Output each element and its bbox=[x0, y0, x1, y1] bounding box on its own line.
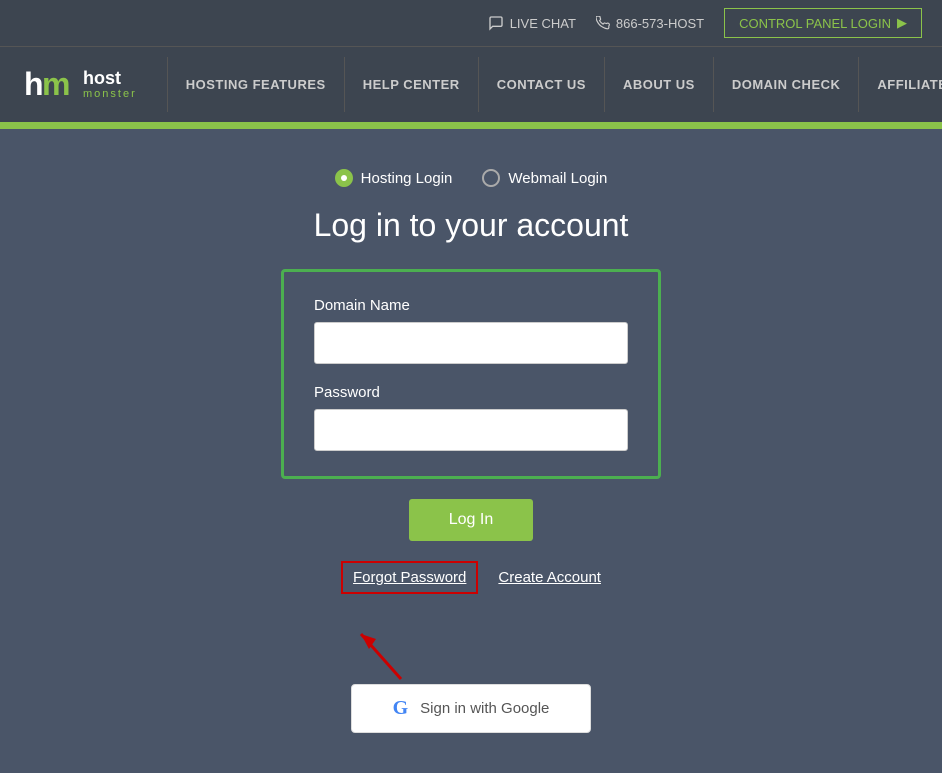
arrow-right-icon: ▶ bbox=[897, 15, 907, 31]
links-row: Forgot Password Create Account bbox=[341, 561, 601, 594]
arrow-annotation bbox=[371, 614, 571, 674]
hosting-radio[interactable] bbox=[335, 169, 353, 187]
logo-icon: h m bbox=[20, 57, 75, 112]
webmail-login-option[interactable]: Webmail Login bbox=[482, 169, 607, 187]
page-title: Log in to your account bbox=[314, 207, 629, 244]
svg-text:h: h bbox=[24, 66, 44, 102]
webmail-radio[interactable] bbox=[482, 169, 500, 187]
nav-about-us[interactable]: ABOUT US bbox=[605, 57, 714, 112]
nav-affiliates[interactable]: AFFILIATES bbox=[859, 57, 942, 112]
hosting-login-option[interactable]: Hosting Login bbox=[335, 169, 453, 187]
logo[interactable]: h m host monster bbox=[20, 47, 137, 122]
phone-label: 866-573-HOST bbox=[616, 16, 704, 31]
live-chat-link[interactable]: LIVE CHAT bbox=[488, 15, 576, 31]
password-label: Password bbox=[314, 384, 628, 401]
login-button[interactable]: Log In bbox=[409, 499, 533, 541]
google-signin-label: Sign in with Google bbox=[420, 700, 549, 717]
svg-text:m: m bbox=[42, 66, 70, 102]
password-input[interactable] bbox=[314, 409, 628, 451]
logo-monster: monster bbox=[83, 88, 137, 100]
nav-contact-us[interactable]: CONTACT US bbox=[479, 57, 605, 112]
top-bar: LIVE CHAT 866-573-HOST CONTROL PANEL LOG… bbox=[0, 0, 942, 47]
login-form-box: Domain Name Password bbox=[281, 269, 661, 479]
logo-text: host monster bbox=[83, 69, 137, 101]
control-panel-button[interactable]: CONTROL PANEL LOGIN ▶ bbox=[724, 8, 922, 38]
domain-name-input[interactable] bbox=[314, 322, 628, 364]
forgot-password-link[interactable]: Forgot Password bbox=[341, 561, 478, 594]
main-nav: HOSTING FEATURES HELP CENTER CONTACT US … bbox=[167, 57, 942, 112]
logo-host: host bbox=[83, 69, 137, 89]
create-account-link[interactable]: Create Account bbox=[498, 569, 601, 586]
live-chat-label: LIVE CHAT bbox=[510, 16, 576, 31]
phone-icon bbox=[596, 16, 610, 30]
phone-link[interactable]: 866-573-HOST bbox=[596, 16, 704, 31]
webmail-login-label: Webmail Login bbox=[508, 170, 607, 187]
chat-icon bbox=[488, 15, 504, 31]
hosting-login-label: Hosting Login bbox=[361, 170, 453, 187]
red-arrow-svg bbox=[341, 614, 501, 684]
nav-help-center[interactable]: HELP CENTER bbox=[345, 57, 479, 112]
header: h m host monster HOSTING FEATURES HELP C… bbox=[0, 47, 942, 125]
google-signin-button[interactable]: G Sign in with Google bbox=[351, 684, 591, 733]
nav-domain-check[interactable]: DOMAIN CHECK bbox=[714, 57, 860, 112]
main-content: Hosting Login Webmail Login Log in to yo… bbox=[0, 129, 942, 773]
google-g-icon: G bbox=[393, 697, 409, 720]
nav-hosting-features[interactable]: HOSTING FEATURES bbox=[167, 57, 345, 112]
login-type-selector: Hosting Login Webmail Login bbox=[335, 169, 608, 187]
domain-name-label: Domain Name bbox=[314, 297, 628, 314]
